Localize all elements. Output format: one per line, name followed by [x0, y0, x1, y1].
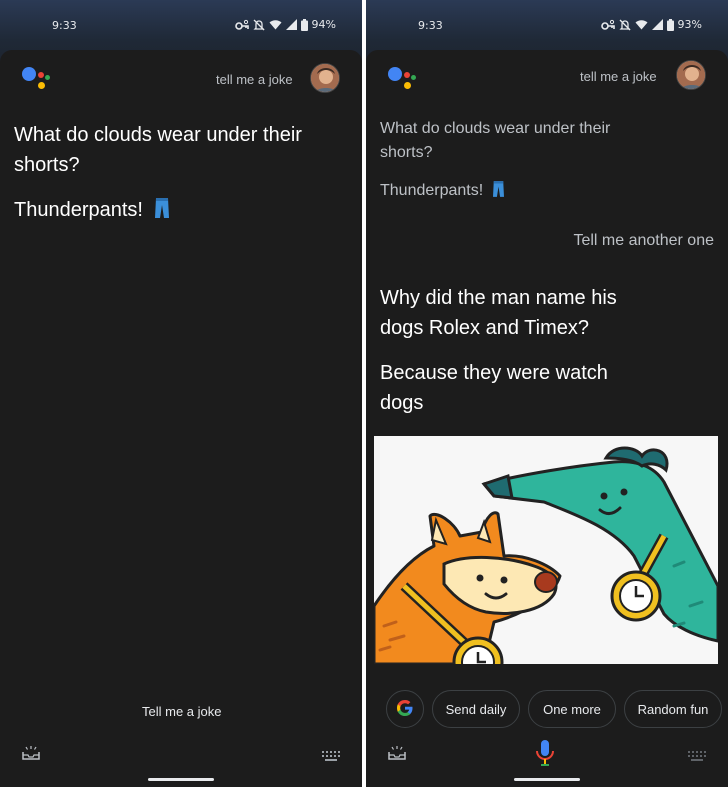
chip-random-fun[interactable]: Random fun	[624, 690, 722, 728]
signal-icon	[285, 19, 297, 30]
microphone-icon[interactable]	[536, 740, 554, 771]
google-assistant-icon	[22, 67, 52, 93]
status-bar: 9:33 94%	[0, 0, 362, 50]
google-assistant-icon	[388, 67, 418, 93]
suggestion-chip[interactable]: Tell me a joke	[142, 704, 221, 719]
user-query: tell me a joke	[216, 72, 293, 87]
chip-one-more[interactable]: One more	[528, 690, 616, 728]
mute-bell-icon	[252, 19, 265, 31]
gesture-handle[interactable]	[148, 778, 214, 781]
previous-answer-text: Thunderpants!	[380, 182, 484, 199]
keyboard-icon[interactable]	[322, 748, 340, 766]
status-bar: 9:33 93%	[366, 0, 728, 50]
right-screen: 9:33 93% tell me a joke What do clouds w…	[366, 0, 728, 787]
battery-percent: 94%	[311, 18, 336, 31]
joke-question: Why did the man name his dogs Rolex and …	[380, 287, 617, 339]
explore-tray-icon[interactable]	[388, 746, 406, 765]
assistant-sheet: tell me a joke What do clouds wear under…	[0, 50, 362, 787]
joke-answer: Because they were watch dogs	[380, 362, 608, 414]
battery-icon	[666, 18, 674, 31]
suggestion-chips: Send daily One more Random fun	[386, 690, 722, 728]
google-g-icon	[397, 699, 413, 719]
assistant-sheet: tell me a joke What do clouds wear under…	[366, 50, 728, 787]
status-time: 9:33	[418, 19, 443, 32]
avatar[interactable]	[310, 63, 340, 93]
avatar[interactable]	[676, 60, 706, 90]
chip-send-daily[interactable]: Send daily	[432, 690, 520, 728]
vpn-key-icon	[600, 19, 615, 31]
status-time: 9:33	[52, 19, 77, 32]
battery-icon	[300, 18, 308, 31]
signal-icon	[651, 19, 663, 30]
previous-question: What do clouds wear under their shorts?	[380, 120, 611, 161]
left-screen: 9:33 94% tell me a joke What do clouds w…	[0, 0, 362, 787]
followup-query: Tell me another one	[573, 232, 714, 249]
joke-answer: Thunderpants!	[14, 195, 169, 228]
gesture-handle[interactable]	[514, 778, 580, 781]
battery-percent: 93%	[677, 18, 702, 31]
google-search-chip[interactable]	[386, 690, 424, 728]
jeans-icon	[492, 180, 504, 206]
user-query: tell me a joke	[580, 69, 657, 84]
jeans-icon	[154, 197, 169, 228]
joke-question: What do clouds wear under their shorts?	[14, 124, 302, 176]
mute-bell-icon	[618, 19, 631, 31]
wifi-icon	[635, 19, 648, 30]
joke-answer-text: Thunderpants!	[14, 199, 143, 221]
explore-tray-icon[interactable]	[22, 746, 40, 765]
watch-dogs-illustration	[374, 436, 718, 664]
keyboard-icon[interactable]	[688, 748, 706, 766]
wifi-icon	[269, 19, 282, 30]
vpn-key-icon	[234, 19, 249, 31]
previous-answer: Thunderpants!	[380, 179, 504, 206]
